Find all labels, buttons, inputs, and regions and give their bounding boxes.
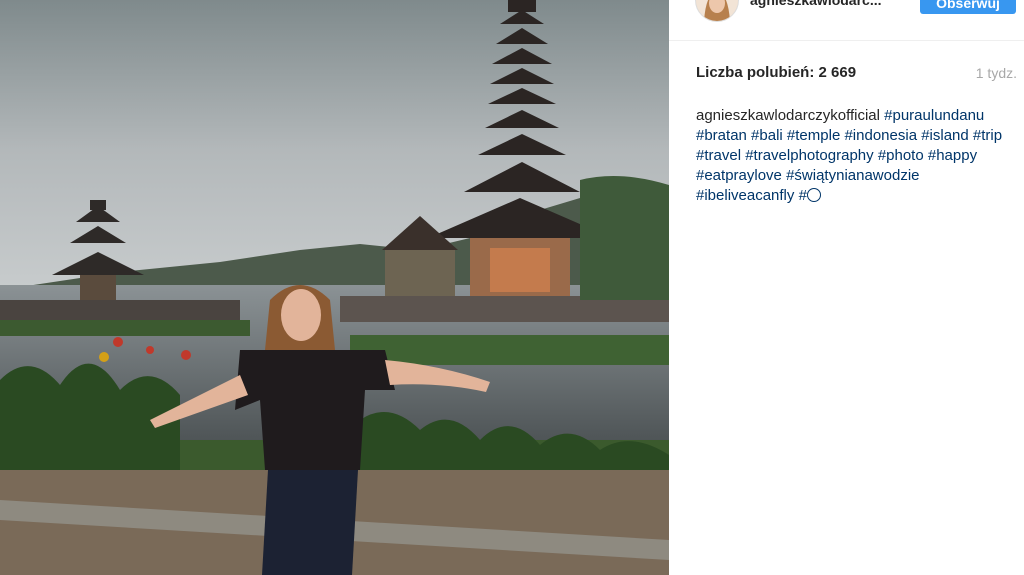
post-header: agnieszkawlodarc... Obserwuj — [669, 0, 1024, 41]
hashtag-link[interactable]: #island — [921, 127, 969, 144]
hashtag-link[interactable]: #temple — [787, 127, 840, 144]
hashtag-link[interactable]: #trip — [973, 127, 1002, 144]
photo-scene — [0, 0, 669, 575]
hashtag-link[interactable]: #bratan — [696, 127, 747, 144]
hashtag-link[interactable]: #indonesia — [844, 127, 917, 144]
hashtag-link[interactable]: #bali — [751, 127, 783, 144]
hashtag-link-text: # — [798, 187, 807, 204]
follow-button[interactable]: Obserwuj — [920, 0, 1016, 14]
hashtag-link[interactable]: #happy — [928, 147, 977, 164]
hashtag-link[interactable]: #ibeliveacanfly — [696, 187, 794, 204]
hashtag-link[interactable]: #travelphotography — [745, 147, 873, 164]
username-link[interactable]: agnieszkawlodarc... — [750, 0, 882, 8]
post-sidebar: agnieszkawlodarc... Obserwuj Liczba polu… — [669, 0, 1024, 575]
post-time[interactable]: 1 tydz. — [976, 65, 1017, 81]
hashtag-link[interactable]: #photo — [878, 147, 924, 164]
post-caption: agnieszkawlodarczykofficial #puraulundan… — [696, 106, 1006, 206]
hashtag-link[interactable]: # — [799, 187, 821, 204]
post-photo[interactable] — [0, 0, 669, 575]
caption-author-link[interactable]: agnieszkawlodarczykofficial — [696, 107, 880, 124]
hashtag-link[interactable]: #travel — [696, 147, 741, 164]
hashtag-link[interactable]: #świątynianawodzie — [786, 167, 919, 184]
hashtag-link[interactable]: #eatpraylove — [696, 167, 782, 184]
avatar[interactable] — [695, 0, 739, 22]
avatar-image — [696, 0, 738, 21]
likes-count[interactable]: Liczba polubień: 2 669 — [696, 64, 856, 81]
hashtag-link[interactable]: #puraulundanu — [884, 107, 984, 124]
laughing-emoji-icon — [806, 188, 821, 202]
